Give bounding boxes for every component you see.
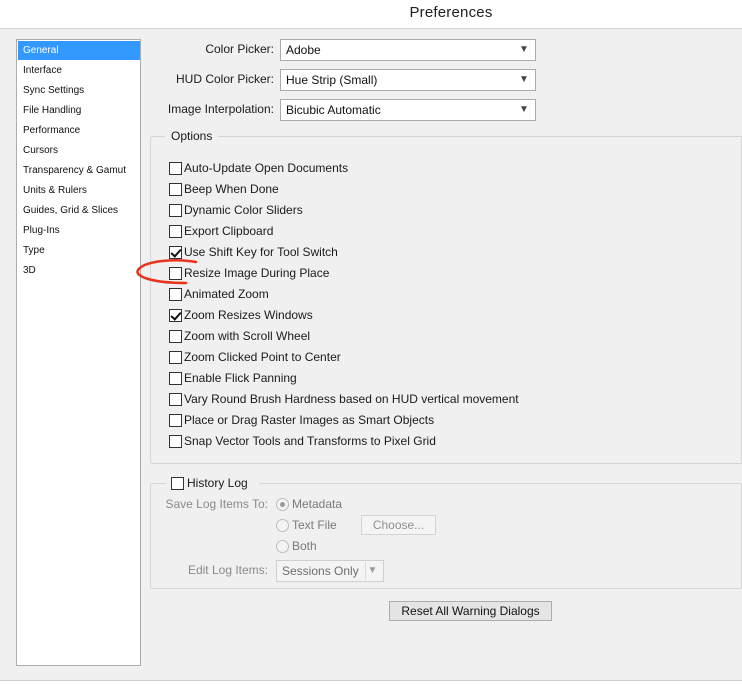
chevron-down-icon: ▼ xyxy=(519,104,529,115)
color-picker-value: Adobe xyxy=(286,43,321,57)
option-label: Zoom Clicked Point to Center xyxy=(184,350,341,364)
option-label: Place or Drag Raster Images as Smart Obj… xyxy=(184,413,435,427)
option-label: Export Clipboard xyxy=(184,224,274,238)
chevron-down-icon: ▼ xyxy=(519,44,529,55)
highlight-annotation-icon xyxy=(136,259,198,285)
edit-log-items-value: Sessions Only xyxy=(282,564,359,578)
sidebar-item-plug-ins[interactable]: Plug-Ins xyxy=(18,221,140,240)
checkbox[interactable] xyxy=(169,225,182,238)
radio-label: Both xyxy=(292,539,317,553)
title-bar: Preferences xyxy=(0,0,742,28)
edit-log-items-label: Edit Log Items: xyxy=(187,563,268,577)
checkbox[interactable] xyxy=(169,435,182,448)
radio-button[interactable] xyxy=(276,519,289,532)
sidebar-item-units-rulers[interactable]: Units & Rulers xyxy=(18,181,140,200)
checkbox[interactable] xyxy=(169,204,182,217)
color-picker-select[interactable]: Adobe ▼ xyxy=(280,39,536,61)
sidebar-item-file-handling[interactable]: File Handling xyxy=(18,101,140,120)
choose-button[interactable]: Choose... xyxy=(361,515,436,535)
save-log-items-to-label: Save Log Items To: xyxy=(165,497,268,511)
option-label: Vary Round Brush Hardness based on HUD v… xyxy=(184,392,519,406)
checkbox[interactable] xyxy=(169,330,182,343)
hud-color-picker-select[interactable]: Hue Strip (Small) ▼ xyxy=(280,69,536,91)
radio-button[interactable] xyxy=(276,540,289,553)
checkbox[interactable] xyxy=(169,414,182,427)
option-label: Animated Zoom xyxy=(184,287,269,301)
option-label: Zoom Resizes Windows xyxy=(184,308,313,322)
category-list: General Interface Sync Settings File Han… xyxy=(16,39,141,666)
option-label: Resize Image During Place xyxy=(184,266,330,280)
color-picker-label: Color Picker: xyxy=(205,42,274,56)
checkbox[interactable] xyxy=(169,162,182,175)
sidebar-item-3d[interactable]: 3D xyxy=(18,261,140,280)
option-label: Snap Vector Tools and Transforms to Pixe… xyxy=(184,434,436,448)
option-label: Use Shift Key for Tool Switch xyxy=(184,245,338,259)
option-label: Zoom with Scroll Wheel xyxy=(184,329,311,343)
image-interpolation-label: Image Interpolation: xyxy=(167,102,274,116)
radio-label: Metadata xyxy=(292,497,343,511)
option-label: Beep When Done xyxy=(184,182,279,196)
checkbox[interactable] xyxy=(169,393,182,406)
hud-color-picker-value: Hue Strip (Small) xyxy=(286,73,378,87)
sidebar-item-sync-settings[interactable]: Sync Settings xyxy=(18,81,140,100)
history-log-legend[interactable]: History Log xyxy=(166,475,260,493)
image-interpolation-value: Bicubic Automatic xyxy=(286,103,381,117)
history-log-label: History Log xyxy=(187,476,248,490)
sidebar-item-transparency-gamut[interactable]: Transparency & Gamut xyxy=(18,161,140,180)
radio-label: Text File xyxy=(292,518,337,532)
preferences-dialog: General Interface Sync Settings File Han… xyxy=(0,28,742,680)
sidebar-item-performance[interactable]: Performance xyxy=(18,121,140,140)
option-label: Dynamic Color Sliders xyxy=(184,203,303,217)
bottom-divider xyxy=(0,680,742,684)
radio-button-checked[interactable] xyxy=(276,498,289,511)
options-legend: Options xyxy=(165,129,219,143)
chevron-down-icon: ▼ xyxy=(365,562,379,580)
sidebar-item-guides-grid-slices[interactable]: Guides, Grid & Slices xyxy=(18,201,140,220)
window-title: Preferences xyxy=(409,4,493,21)
sidebar-item-general[interactable]: General xyxy=(18,41,140,60)
sidebar-item-type[interactable]: Type xyxy=(18,241,140,260)
image-interpolation-select[interactable]: Bicubic Automatic ▼ xyxy=(280,99,536,121)
sidebar-item-interface[interactable]: Interface xyxy=(18,61,140,80)
sidebar-item-cursors[interactable]: Cursors xyxy=(18,141,140,160)
history-log-checkbox[interactable] xyxy=(171,477,184,490)
edit-log-items-select[interactable]: Sessions Only ▼ xyxy=(276,560,384,582)
option-label: Enable Flick Panning xyxy=(184,371,297,385)
checkbox[interactable] xyxy=(169,351,182,364)
checkbox-checked[interactable] xyxy=(169,309,182,322)
checkbox[interactable] xyxy=(169,183,182,196)
hud-color-picker-label: HUD Color Picker: xyxy=(175,72,274,86)
option-label: Auto-Update Open Documents xyxy=(184,161,349,175)
chevron-down-icon: ▼ xyxy=(519,74,529,85)
checkbox[interactable] xyxy=(169,372,182,385)
checkbox[interactable] xyxy=(169,288,182,301)
reset-all-warning-dialogs-button[interactable]: Reset All Warning Dialogs xyxy=(389,601,552,621)
